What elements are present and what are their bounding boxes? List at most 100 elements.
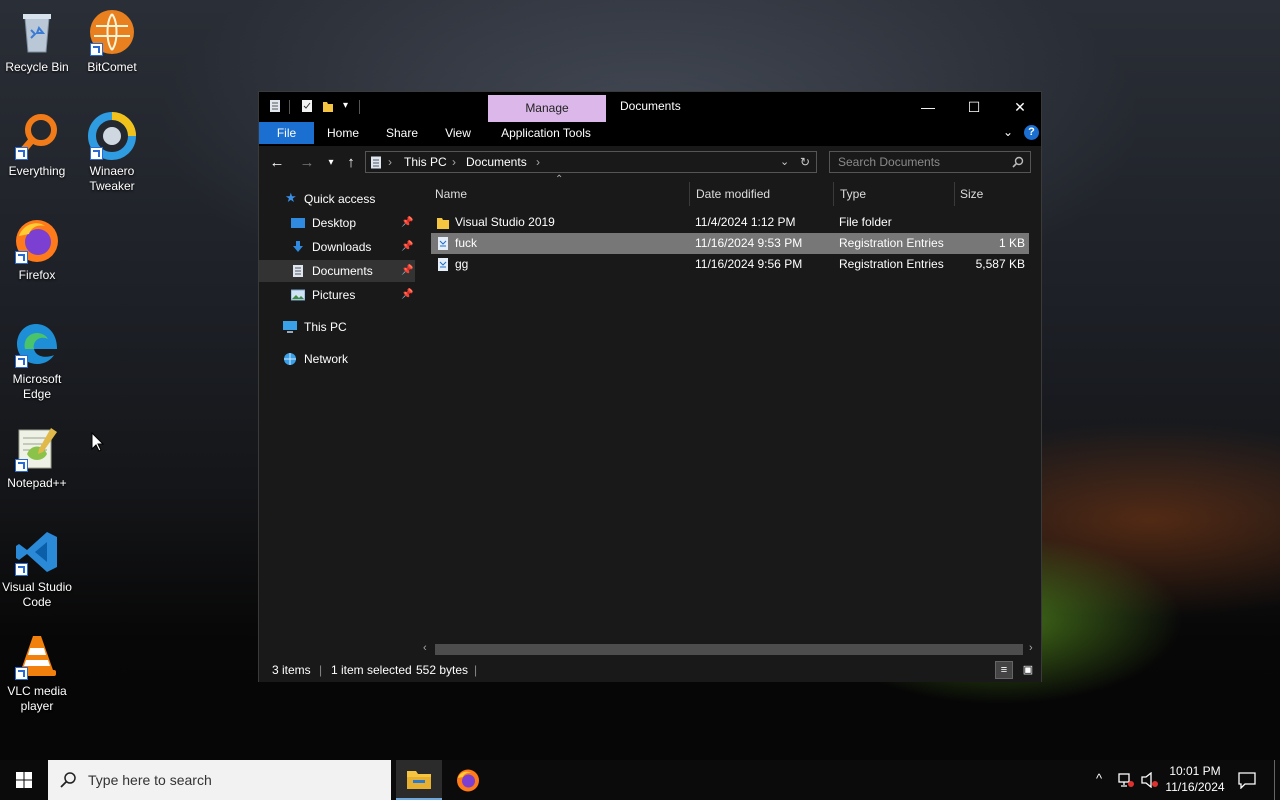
address-bar[interactable]: › This PC › Documents › ⌄ ↻ [365, 151, 817, 173]
help-icon[interactable]: ? [1024, 125, 1039, 140]
breadcrumb-this-pc[interactable]: This PC [404, 155, 447, 169]
nav-documents[interactable]: Documents 📌 [259, 260, 415, 282]
column-header-type[interactable]: Type [840, 180, 866, 208]
back-arrow-icon[interactable]: ← [267, 154, 287, 172]
tab-share[interactable]: Share [377, 122, 427, 144]
nav-item-label: Network [304, 352, 349, 366]
column-header-name[interactable]: Name [435, 180, 467, 208]
clock-date: 11/16/2024 [1165, 780, 1225, 794]
file-type: File folder [839, 215, 892, 229]
nav-item-label: Downloads [312, 240, 372, 254]
desktop-icon-vlc[interactable]: VLC media player [0, 632, 76, 714]
tab-file[interactable]: File [259, 122, 314, 144]
pin-icon[interactable]: 📌 [401, 212, 413, 234]
address-dropdown-chevron-icon[interactable]: ⌄ [780, 155, 789, 168]
desktop-icon-visual-studio-code[interactable]: Visual Studio Code [0, 528, 76, 610]
column-divider[interactable] [954, 182, 955, 206]
nav-this-pc[interactable]: This PC [259, 316, 415, 338]
checklist-icon[interactable] [301, 99, 313, 113]
horizontal-scrollbar[interactable]: ‹ › [419, 641, 1041, 658]
windows-logo-icon [16, 772, 32, 788]
network-status-icon[interactable] [1118, 772, 1134, 788]
desktop-icon-firefox[interactable]: Firefox [0, 216, 76, 283]
scroll-left-icon[interactable]: ‹ [423, 642, 427, 654]
desktop-icon-notepad-plus-plus[interactable]: Notepad++ [0, 424, 76, 491]
file-date: 11/16/2024 9:56 PM [695, 257, 803, 271]
file-type: Registration Entries [839, 236, 944, 250]
notifications-icon[interactable] [1238, 771, 1256, 789]
breadcrumb-documents[interactable]: Documents [466, 155, 527, 169]
pin-icon[interactable]: 📌 [401, 284, 413, 306]
tab-application-tools[interactable]: Application Tools [491, 122, 601, 144]
manage-context-tab[interactable]: Manage [488, 95, 606, 122]
large-icons-view-icon[interactable]: ▣ [1019, 661, 1037, 679]
details-view-icon[interactable]: ≡ [995, 661, 1013, 679]
network-icon [284, 353, 296, 365]
column-divider[interactable] [833, 182, 834, 206]
scroll-right-icon[interactable]: › [1029, 642, 1033, 654]
title-bar[interactable]: ▾ Manage Documents — ☐ ✕ [259, 92, 1041, 122]
column-header-size[interactable]: Size [960, 180, 983, 208]
desktop-icon-microsoft-edge[interactable]: Microsoft Edge [0, 320, 76, 402]
taskbar-search-box[interactable]: Type here to search [48, 760, 391, 800]
volume-muted-icon[interactable] [1141, 772, 1159, 788]
pin-icon[interactable]: 📌 [401, 236, 413, 258]
file-row-fuck[interactable]: fuck 11/16/2024 9:53 PM Registration Ent… [431, 233, 1029, 254]
scrollbar-thumb[interactable] [435, 644, 1023, 655]
taskbar-search-input[interactable]: Type here to search [88, 772, 212, 788]
folder-icon [437, 218, 449, 229]
nav-item-label: Documents [312, 264, 373, 278]
forward-arrow-icon[interactable]: → [297, 154, 317, 172]
nav-quick-access[interactable]: ★ Quick access [259, 188, 415, 210]
expand-ribbon-icon[interactable]: ⌄ [1003, 125, 1013, 139]
file-size: 5,587 KB [975, 257, 1025, 271]
customize-toolbar-icon[interactable]: ▾ [343, 100, 348, 111]
desktop-icon-winaero-tweaker[interactable]: Winaero Tweaker [73, 112, 151, 194]
breadcrumb-chevron-icon: › [388, 155, 392, 169]
desktop-icon-bitcomet[interactable]: BitComet [73, 8, 151, 75]
column-header-date-modified[interactable]: Date modified [696, 180, 770, 208]
file-row-gg[interactable]: gg 11/16/2024 9:56 PM Registration Entri… [431, 254, 1029, 275]
maximize-button[interactable]: ☐ [951, 92, 997, 122]
tab-home[interactable]: Home [319, 122, 367, 144]
navigation-bar: ← → ▾ ↑ › This PC › Documents › ⌄ ↻ Sear… [259, 146, 1041, 180]
desktop-icon-label: Notepad++ [7, 476, 67, 490]
nav-desktop[interactable]: Desktop 📌 [259, 212, 415, 234]
system-clock[interactable]: 10:01 PM 11/16/2024 [1160, 763, 1230, 795]
pictures-icon [291, 289, 305, 301]
taskbar-file-explorer[interactable] [396, 760, 442, 800]
pin-icon[interactable]: 📌 [401, 260, 413, 282]
status-divider: | [319, 663, 323, 677]
show-hidden-icons-chevron-icon[interactable]: ^ [1096, 771, 1102, 786]
refresh-icon[interactable]: ↻ [800, 155, 810, 169]
new-folder-icon[interactable] [322, 99, 334, 113]
desktop-icon-label: Visual Studio Code [2, 580, 72, 609]
file-explorer-window[interactable]: ▾ Manage Documents — ☐ ✕ File Home Share… [258, 91, 1042, 682]
minimize-button[interactable]: — [905, 92, 951, 122]
desktop-icon-recycle-bin[interactable]: Recycle Bin [0, 8, 76, 75]
show-desktop-button[interactable] [1274, 760, 1275, 800]
search-box[interactable]: Search Documents [829, 151, 1031, 173]
file-list[interactable]: ⌃ Name Date modified Type Size Visual St… [419, 174, 1041, 658]
winaero-tweaker-icon [88, 112, 136, 160]
nav-network[interactable]: Network [259, 348, 415, 370]
desktop-icon-everything[interactable]: Everything [0, 112, 76, 179]
nav-pictures[interactable]: Pictures 📌 [259, 284, 415, 306]
search-input[interactable]: Search Documents [838, 155, 940, 169]
start-button[interactable] [0, 760, 48, 800]
desktop-icon-label: BitComet [87, 60, 137, 74]
documents-location-icon [371, 156, 381, 169]
column-divider[interactable] [689, 182, 690, 206]
up-arrow-icon[interactable]: ↑ [341, 154, 361, 172]
taskbar-firefox[interactable] [446, 760, 490, 800]
properties-icon[interactable] [269, 99, 281, 113]
nav-item-label: Desktop [312, 216, 357, 230]
status-bar: 3 items | 1 item selected 552 bytes | ≡ … [259, 658, 1041, 682]
nav-downloads[interactable]: Downloads 📌 [259, 236, 415, 258]
close-button[interactable]: ✕ [997, 92, 1043, 122]
registry-file-icon [438, 258, 448, 271]
status-selected: 1 item selected [331, 663, 412, 677]
tab-view[interactable]: View [435, 122, 481, 144]
recent-locations-chevron-icon[interactable]: ▾ [321, 154, 341, 172]
file-row-visual-studio-2019[interactable]: Visual Studio 2019 11/4/2024 1:12 PM Fil… [431, 212, 1029, 233]
